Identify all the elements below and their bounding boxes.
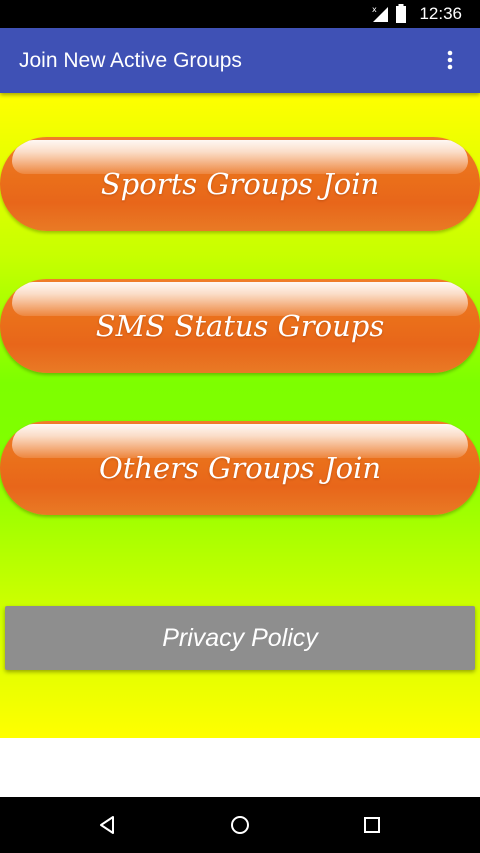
- button-label: Others Groups Join: [98, 451, 382, 485]
- sports-groups-join-button[interactable]: Sports Groups Join: [0, 137, 480, 231]
- status-time: 12:36: [419, 4, 462, 23]
- status-icons: x 12:36: [371, 0, 462, 28]
- app-title: Join New Active Groups: [19, 49, 242, 72]
- privacy-policy-button[interactable]: Privacy Policy: [5, 606, 475, 670]
- recents-icon: [364, 817, 380, 833]
- svg-text:x: x: [372, 5, 377, 14]
- signal-icon: x: [372, 5, 389, 22]
- home-button[interactable]: [210, 797, 270, 853]
- status-bar: x 12:36: [0, 0, 480, 28]
- navigation-bar: [0, 797, 480, 853]
- recents-button[interactable]: [342, 797, 402, 853]
- battery-icon: [396, 4, 407, 23]
- overflow-menu-button[interactable]: [428, 38, 472, 82]
- button-label: SMS Status Groups: [95, 309, 385, 343]
- back-button[interactable]: [77, 797, 137, 853]
- home-icon: [231, 816, 249, 834]
- sms-status-groups-button[interactable]: SMS Status Groups: [0, 279, 480, 373]
- back-icon: [100, 816, 114, 834]
- button-label: Sports Groups Join: [100, 167, 380, 201]
- more-vert-icon: [447, 50, 453, 70]
- app-bar: Join New Active Groups: [0, 28, 480, 93]
- privacy-policy-label: Privacy Policy: [162, 624, 318, 652]
- others-groups-join-button[interactable]: Others Groups Join: [0, 421, 480, 515]
- main-content: Sports Groups Join SMS Status Groups Oth…: [0, 93, 480, 738]
